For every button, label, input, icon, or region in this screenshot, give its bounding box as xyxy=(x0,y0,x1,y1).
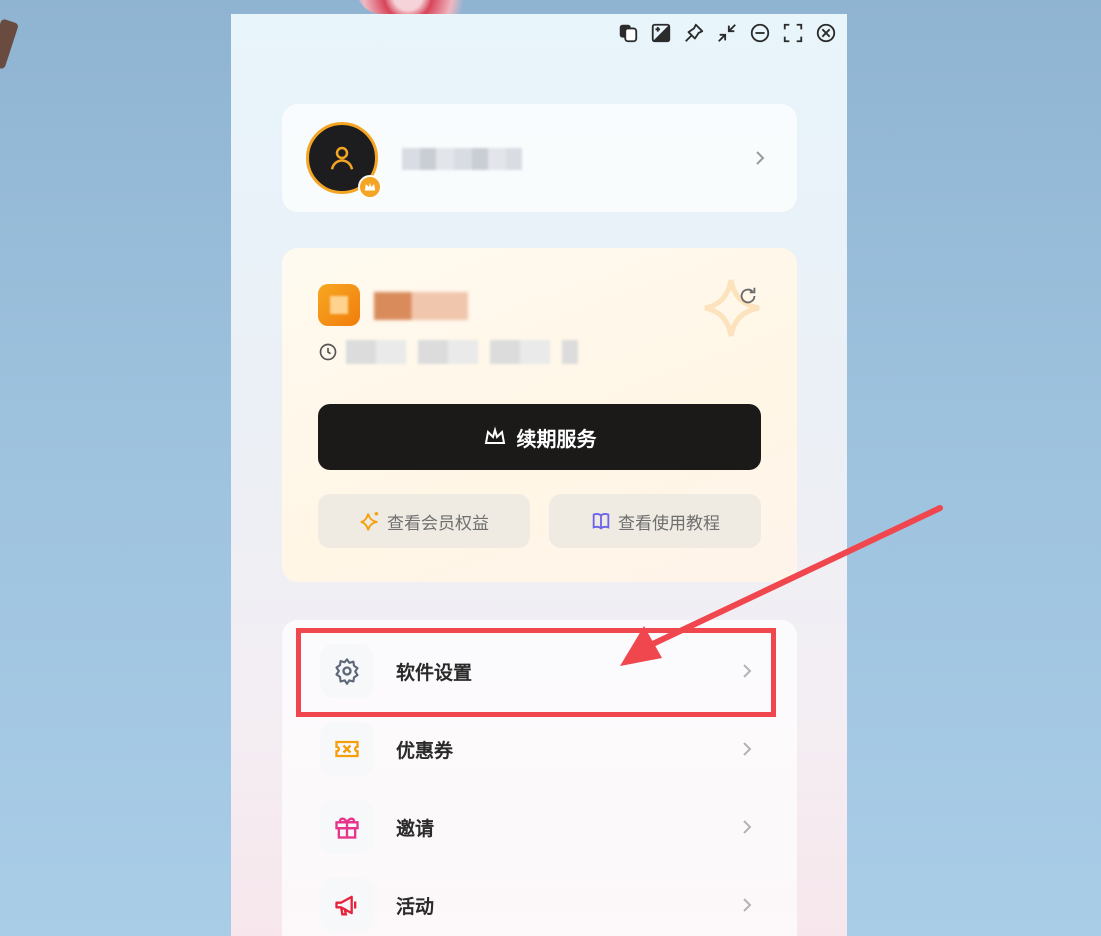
menu-item-coupons[interactable]: 优惠券 xyxy=(282,710,797,788)
membership-card: 续期服务 查看会员权益 查看使用教程 xyxy=(282,248,797,582)
minimize-collapse-icon[interactable] xyxy=(716,22,738,44)
chevron-right-icon xyxy=(741,896,753,914)
crown-icon xyxy=(484,426,505,444)
image-adjust-icon[interactable] xyxy=(650,22,672,44)
vip-badge xyxy=(358,175,382,199)
profile-card[interactable] xyxy=(282,104,797,212)
benefits-label: 查看会员权益 xyxy=(387,513,489,534)
tutorial-label: 查看使用教程 xyxy=(618,513,720,534)
menu-label: 软件设置 xyxy=(396,662,473,684)
menu-item-settings[interactable]: 软件设置 xyxy=(282,632,797,710)
copy-icon[interactable] xyxy=(617,22,639,44)
pin-icon[interactable] xyxy=(683,22,705,44)
menu-list: 软件设置 优惠券 邀请 活动 xyxy=(282,620,797,936)
menu-item-invite[interactable]: 邀请 xyxy=(282,788,797,866)
window-controls xyxy=(617,22,837,44)
user-icon xyxy=(330,146,354,170)
crown-icon xyxy=(364,182,376,191)
menu-label: 活动 xyxy=(396,896,435,918)
menu-label: 邀请 xyxy=(396,818,435,840)
expire-text xyxy=(346,340,578,364)
background-flower xyxy=(356,0,486,14)
membership-logo xyxy=(318,284,360,326)
chevron-right-icon xyxy=(741,818,753,836)
ticket-icon xyxy=(320,722,374,776)
minus-circle-icon[interactable] xyxy=(749,22,771,44)
view-benefits-button[interactable]: 查看会员权益 xyxy=(318,494,530,548)
book-icon xyxy=(592,513,610,530)
chevron-right-icon xyxy=(754,149,766,167)
close-circle-icon[interactable] xyxy=(815,22,837,44)
background-branch xyxy=(0,18,19,70)
chevron-right-icon xyxy=(741,740,753,758)
view-tutorial-button[interactable]: 查看使用教程 xyxy=(549,494,761,548)
menu-item-activities[interactable]: 活动 xyxy=(282,866,797,936)
clock-icon xyxy=(319,343,337,361)
megaphone-icon xyxy=(320,878,374,932)
username xyxy=(402,148,522,170)
fullscreen-icon[interactable] xyxy=(782,22,804,44)
gear-icon xyxy=(320,644,374,698)
expire-row xyxy=(318,340,578,364)
refresh-icon[interactable] xyxy=(737,285,759,307)
renew-label: 续期服务 xyxy=(516,426,597,451)
membership-name xyxy=(374,292,468,320)
gift-icon xyxy=(320,800,374,854)
account-panel: 续期服务 查看会员权益 查看使用教程 软件设置 优惠券 邀请 活动 xyxy=(231,14,847,936)
renew-button[interactable]: 续期服务 xyxy=(318,404,761,470)
menu-label: 优惠券 xyxy=(396,740,454,762)
sparkle-icon xyxy=(360,511,379,531)
chevron-right-icon xyxy=(741,662,753,680)
